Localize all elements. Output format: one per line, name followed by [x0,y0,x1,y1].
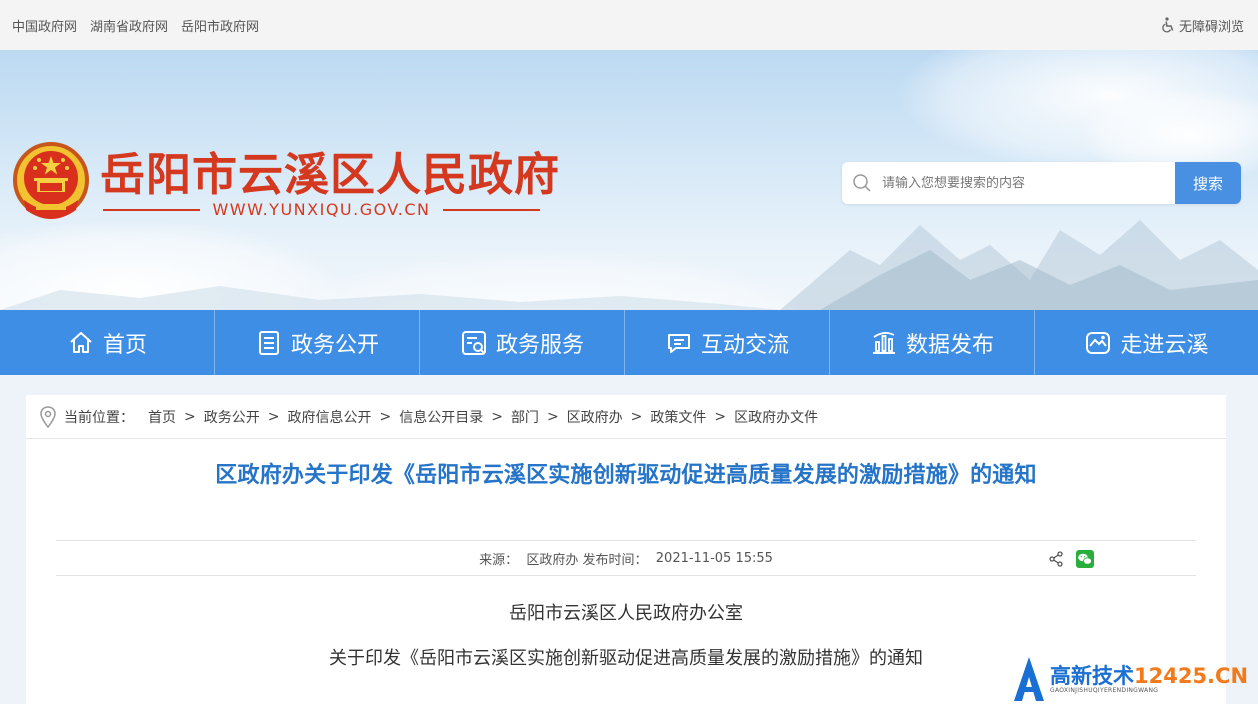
breadcrumb-departments[interactable]: 部门 [511,407,539,427]
nav-label: 政务服务 [495,332,584,358]
breadcrumb-catalog[interactable]: 信息公开目录 [399,407,483,427]
breadcrumb-label: 当前位置： [64,409,134,426]
nav-label: 走进云溪 [1120,332,1209,358]
watermark-subtitle: GAOXINJISHUQIYERENDINGWANG [1050,686,1159,694]
article-meta: 来源： 区政府办 发布时间： 2021-11-05 15:55 [56,540,1196,576]
body-line-issuer: 岳阳市云溪区人民政府办公室 [509,603,743,624]
location-pin-icon [40,405,56,428]
home-icon [70,331,92,353]
bar-chart-icon [872,331,895,354]
search-icon [853,174,871,192]
national-emblem-icon [13,142,89,219]
watermark-logo: 高新技术12425.CN GAOXINJISHUQIYERENDINGWANG [1012,654,1258,704]
accessibility-label: 无障碍浏览 [1178,19,1244,35]
nav-item-government-affairs[interactable]: 政务公开 [215,310,420,375]
nav-item-about-yunxi[interactable]: 走进云溪 [1035,310,1258,375]
share-icon[interactable] [1048,551,1064,567]
share-tools [1048,550,1094,568]
nav-label: 首页 [102,332,147,358]
article-title: 区政府办关于印发《岳阳市云溪区实施创新驱动促进高质量发展的激励措施》的通知 [215,463,1037,488]
site-url-text: WWW.YUNXIQU.GOV.CN [212,200,431,219]
nav-item-services[interactable]: 政务服务 [420,310,625,375]
top-bar: 中国政府网 湖南省政府网 岳阳市政府网 无障碍浏览 [0,0,1258,50]
watermark-a-logo [1014,657,1044,701]
source-label: 来源： [479,552,519,568]
publish-time-label: 发布时间： [582,552,648,568]
main-nav: 首页 政务公开 政务服务 互动交流 数据发布 走进云溪 [0,310,1258,375]
wheelchair-icon [1162,17,1174,33]
accessibility-link[interactable]: 无障碍浏览 [1161,16,1244,35]
gov-links: 中国政府网 湖南省政府网 岳阳市政府网 [12,16,259,35]
publish-time-value: 2021-11-05 15:55 [655,550,773,566]
watermark-text: 高新技术12425.CN [1050,663,1249,688]
nav-label: 数据发布 [905,332,994,358]
url-line-left [103,208,201,211]
nav-item-home[interactable]: 首页 [0,310,215,375]
nav-item-interaction[interactable]: 互动交流 [625,310,830,375]
site-title: 岳阳市云溪区人民政府 [100,148,561,201]
service-icon [461,330,486,355]
chat-icon [667,333,690,353]
nav-item-data-release[interactable]: 数据发布 [830,310,1035,375]
search-box: 搜索 [842,162,1241,204]
search-field [842,162,1175,204]
site-url: WWW.YUNXIQU.GOV.CN [103,200,540,219]
breadcrumb-info-disclosure[interactable]: 政府信息公开 [287,407,371,427]
breadcrumb-district-office[interactable]: 区政府办 [567,407,623,427]
nav-label: 政务公开 [290,332,379,358]
breadcrumb: 当前位置： 首页 > 政务公开 > 政府信息公开 > 信息公开目录 > 部门 > 区政府办… [26,395,1226,439]
search-input[interactable] [882,175,1152,191]
link-hunan-gov[interactable]: 湖南省政府网 [90,16,168,35]
nav-label: 互动交流 [700,332,789,358]
source-value: 区政府办 [526,552,579,568]
breadcrumb-gov-affairs[interactable]: 政务公开 [204,407,260,427]
landscape-icon [1086,331,1111,354]
breadcrumb-office-docs[interactable]: 区政府办文件 [734,407,818,427]
link-china-gov[interactable]: 中国政府网 [12,16,77,35]
wechat-icon[interactable] [1076,550,1094,568]
header-banner: 岳阳市云溪区人民政府 WWW.YUNXIQU.GOV.CN 搜索 [0,50,1258,310]
search-button[interactable]: 搜索 [1175,162,1241,204]
breadcrumb-home[interactable]: 首页 [148,407,176,427]
breadcrumb-policy-docs[interactable]: 政策文件 [650,407,706,427]
url-line-right [442,208,540,211]
watermark-domain: 12425.CN [1134,663,1249,688]
link-yueyang-gov[interactable]: 岳阳市政府网 [181,16,259,35]
document-list-icon [258,330,279,355]
